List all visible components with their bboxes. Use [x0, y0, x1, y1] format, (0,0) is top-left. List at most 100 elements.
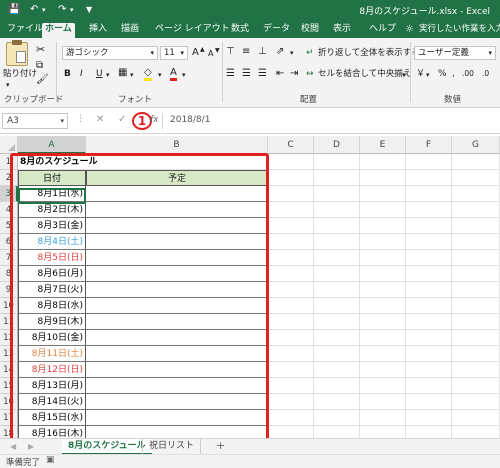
cell-g[interactable] — [452, 266, 500, 282]
cell-g[interactable] — [452, 314, 500, 330]
date-cell[interactable]: 8月2日(木) — [18, 202, 86, 218]
cell-e[interactable] — [360, 410, 406, 426]
cell-f[interactable] — [406, 426, 452, 438]
cell-f[interactable] — [406, 330, 452, 346]
row-header[interactable]: 9 — [0, 282, 18, 298]
number-format-select[interactable]: ユーザー定義 ▾ — [414, 46, 496, 60]
date-header-cell[interactable]: 日付 — [18, 170, 86, 186]
cell-g[interactable] — [452, 218, 500, 234]
row-header[interactable]: 3 — [0, 186, 18, 202]
cell-f[interactable] — [406, 170, 452, 186]
column-header-f[interactable]: F — [406, 136, 452, 154]
row-header[interactable]: 8 — [0, 266, 18, 282]
cell-d[interactable] — [314, 266, 360, 282]
cell-c[interactable] — [268, 186, 314, 202]
chevron-down-icon[interactable]: ▾ — [42, 3, 46, 17]
tab-review[interactable]: 校閲 — [298, 23, 322, 38]
cell-c[interactable] — [268, 234, 314, 250]
merge-center-icon[interactable]: ↔ — [306, 68, 314, 80]
increase-indent-icon[interactable]: ⇥ — [290, 68, 298, 80]
date-cell[interactable]: 8月13日(月) — [18, 378, 86, 394]
cell-g[interactable] — [452, 250, 500, 266]
cell-e[interactable] — [360, 234, 406, 250]
cell-c[interactable] — [268, 410, 314, 426]
tab-data[interactable]: データ — [260, 23, 293, 38]
tab-draw[interactable]: 描画 — [118, 23, 142, 38]
cell-g[interactable] — [452, 378, 500, 394]
cell-e[interactable] — [360, 266, 406, 282]
cell-d[interactable] — [314, 170, 360, 186]
column-header-b[interactable]: B — [86, 136, 268, 154]
date-cell[interactable]: 8月14日(火) — [18, 394, 86, 410]
redo-icon[interactable]: ↷ — [58, 3, 66, 17]
row-header[interactable]: 12 — [0, 330, 18, 346]
row-header[interactable]: 13 — [0, 346, 18, 362]
cell-c[interactable] — [268, 282, 314, 298]
tab-formulas[interactable]: 数式 — [228, 23, 252, 38]
cell-g[interactable] — [452, 186, 500, 202]
cell-d[interactable] — [314, 346, 360, 362]
cell-c[interactable] — [268, 218, 314, 234]
cell-d[interactable] — [314, 330, 360, 346]
wrap-text-button[interactable]: 折り返して全体を表示する — [318, 47, 420, 59]
cell-f[interactable] — [406, 266, 452, 282]
align-middle-icon[interactable]: ≡ — [242, 46, 250, 58]
cell-d[interactable] — [314, 234, 360, 250]
cell-e[interactable] — [360, 314, 406, 330]
cell-e[interactable] — [360, 330, 406, 346]
align-left-icon[interactable]: ☰ — [226, 68, 235, 80]
align-bottom-icon[interactable]: ⊥ — [258, 46, 267, 58]
date-cell[interactable]: 8月3日(金) — [18, 218, 86, 234]
cell-e[interactable] — [360, 362, 406, 378]
grow-font-button[interactable]: A — [192, 47, 199, 59]
row-header[interactable]: 11 — [0, 314, 18, 330]
font-color-icon[interactable]: A — [170, 67, 177, 81]
cell-c[interactable] — [268, 170, 314, 186]
cell-f[interactable] — [406, 394, 452, 410]
cell-e[interactable] — [360, 298, 406, 314]
cell-d[interactable] — [314, 186, 360, 202]
row-header[interactable]: 17 — [0, 410, 18, 426]
cell-g[interactable] — [452, 234, 500, 250]
date-cell[interactable]: 8月4日(土) — [18, 234, 86, 250]
cell-d[interactable] — [314, 218, 360, 234]
sheet-tab-holidays[interactable]: 祝日リスト — [142, 439, 202, 455]
schedule-cell[interactable] — [86, 346, 268, 362]
schedule-cell[interactable] — [86, 234, 268, 250]
cell-f[interactable] — [406, 154, 452, 170]
cell-f[interactable] — [406, 378, 452, 394]
insert-function-button[interactable]: fx — [150, 115, 159, 125]
row-header[interactable]: 10 — [0, 298, 18, 314]
cell-g[interactable] — [452, 330, 500, 346]
tell-me-box[interactable]: 実行したい作業を入力し — [416, 23, 500, 38]
cell-e[interactable] — [360, 170, 406, 186]
cell-f[interactable] — [406, 186, 452, 202]
schedule-cell[interactable] — [86, 394, 268, 410]
paste-icon[interactable] — [6, 40, 28, 66]
tab-file[interactable]: ファイル — [4, 23, 46, 38]
sheet-title-cell[interactable]: 8月のスケジュール — [18, 154, 98, 170]
underline-button[interactable]: U — [96, 68, 103, 80]
macro-record-icon[interactable]: ▣ — [46, 455, 55, 465]
align-center-icon[interactable]: ☰ — [242, 68, 251, 80]
chevron-down-icon[interactable]: ▾ — [426, 69, 430, 81]
comma-format-button[interactable]: , — [452, 68, 455, 80]
cell-e[interactable] — [360, 378, 406, 394]
column-header-a[interactable]: A — [18, 136, 86, 154]
cell-g[interactable] — [452, 426, 500, 438]
row-header[interactable]: 5 — [0, 218, 18, 234]
cell-c[interactable] — [268, 394, 314, 410]
cell-d[interactable] — [314, 426, 360, 438]
date-cell[interactable]: 8月5日(日) — [18, 250, 86, 266]
cell-f[interactable] — [406, 218, 452, 234]
fill-color-icon[interactable]: ◇ — [144, 67, 152, 81]
cell-e[interactable] — [360, 186, 406, 202]
customize-qat-icon[interactable]: ▼ — [86, 3, 92, 17]
schedule-cell[interactable] — [86, 202, 268, 218]
date-cell[interactable]: 8月6日(月) — [18, 266, 86, 282]
cell-f[interactable] — [406, 346, 452, 362]
cell-f[interactable] — [406, 362, 452, 378]
orientation-icon[interactable]: ⇗ — [276, 46, 284, 58]
cell-g[interactable] — [452, 170, 500, 186]
row-header[interactable]: 2 — [0, 170, 18, 186]
